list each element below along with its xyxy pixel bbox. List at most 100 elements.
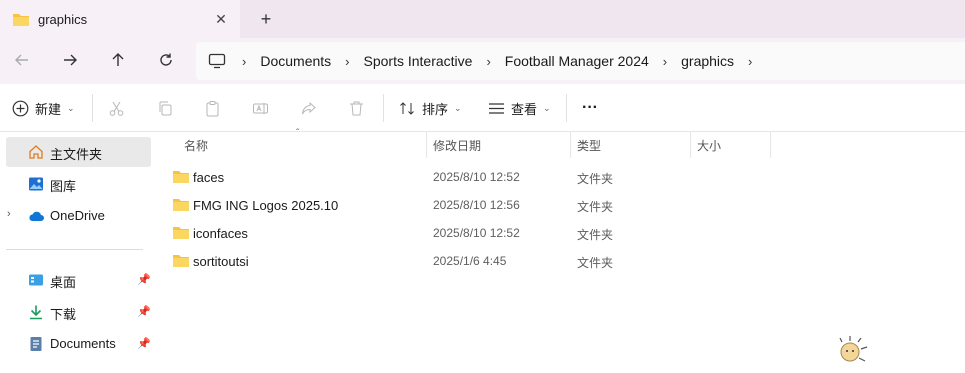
sidebar-item-documents[interactable]: Documents 📌 [0,329,152,359]
copy-button[interactable] [157,96,174,120]
column-header-name[interactable]: 名称 [184,132,208,158]
share-icon [302,101,316,114]
rename-button[interactable] [252,96,269,120]
new-button[interactable]: 新建 ⌄ [12,96,75,120]
scissors-icon [109,101,124,116]
pin-icon[interactable]: 📌 [137,337,151,350]
column-header-type[interactable]: 类型 [577,132,601,158]
file-date: 2025/8/10 12:52 [433,226,520,240]
divider [92,94,93,122]
address-bar[interactable]: › Documents › Sports Interactive › Footb… [196,42,965,80]
folder-icon [173,227,189,239]
breadcrumb-documents[interactable]: Documents [260,53,331,69]
overlay-badge-icon [839,336,868,362]
divider [566,94,567,122]
breadcrumb-graphics[interactable]: graphics [681,53,734,69]
navigation-bar: › Documents › Sports Interactive › Footb… [0,38,965,84]
view-list-icon [489,102,504,114]
command-bar: 新建 ⌄ 排序 ⌄ 查看 ⌄ ··· [0,84,965,132]
navigation-pane: 主文件夹 图库 › OneDrive 桌面 📌 下载 📌 Documents 📌 [0,132,152,373]
gallery-icon [29,177,43,191]
file-type: 文件夹 [577,200,614,214]
sort-button[interactable]: 排序 ⌄ [399,96,462,120]
divider [383,94,384,122]
breadcrumb-separator: › [345,53,350,69]
chevron-down-icon: ⌄ [67,102,75,113]
refresh-button[interactable] [153,48,179,72]
paste-button[interactable] [204,96,221,120]
breadcrumb-separator[interactable]: › [748,54,752,69]
column-header-date[interactable]: 修改日期 [433,132,481,158]
sort-icon [400,101,414,115]
sidebar-divider [6,249,143,250]
column-divider[interactable] [570,132,571,158]
column-divider[interactable] [690,132,691,158]
folder-icon [173,255,189,267]
new-tab-button[interactable]: + [254,8,278,30]
column-divider[interactable] [770,132,771,158]
breadcrumb-separator: › [486,53,491,69]
download-icon [30,305,42,320]
file-name: iconfaces [193,226,248,241]
desktop-icon [29,274,43,286]
file-date: 2025/8/10 12:56 [433,198,520,212]
folder-icon [173,171,189,183]
pin-icon[interactable]: 📌 [137,305,151,318]
sidebar-item-label: 桌面 [50,275,77,290]
table-row[interactable]: faces 2025/8/10 12:52 文件夹 [168,163,768,191]
breadcrumb-separator: › [662,53,668,69]
file-name: faces [193,170,225,185]
sort-label: 排序 [422,101,449,117]
tab-graphics[interactable]: graphics ✕ [0,0,240,38]
file-type: 文件夹 [577,228,614,242]
chevron-down-icon: ⌄ [543,102,551,113]
sidebar-item-desktop[interactable]: 桌面 📌 [0,265,152,295]
sidebar-item-gallery[interactable]: 图库 [0,169,152,199]
delete-button[interactable] [348,96,365,120]
more-options-button[interactable]: ··· [582,96,598,120]
home-icon [29,145,43,159]
column-header-size[interactable]: 大小 [697,132,721,158]
cloud-icon [29,211,44,221]
pin-icon[interactable]: 📌 [137,273,151,286]
table-row[interactable]: iconfaces 2025/8/10 12:52 文件夹 [168,219,768,247]
computer-icon [208,53,226,69]
sidebar-item-home[interactable]: 主文件夹 [6,137,151,167]
breadcrumb-separator: › [242,53,247,69]
view-button[interactable]: 查看 ⌄ [488,96,551,120]
back-button[interactable] [9,48,35,72]
sidebar-item-label: 主文件夹 [50,147,103,162]
forward-button[interactable] [57,48,83,72]
arrow-left-icon [15,54,28,66]
breadcrumb-football-manager[interactable]: Football Manager 2024 [505,53,649,69]
up-button[interactable] [105,48,131,72]
chevron-right-icon[interactable]: › [7,208,11,220]
share-button[interactable] [300,96,317,120]
folder-icon [173,199,189,211]
sidebar-item-onedrive[interactable]: › OneDrive [0,201,152,231]
file-name: sortitoutsi [193,254,249,269]
clipboard-icon [206,100,219,116]
refresh-icon [160,53,172,66]
cut-button[interactable] [108,96,125,120]
table-row[interactable]: FMG ING Logos 2025.10 2025/8/10 12:56 文件… [168,191,768,219]
column-divider[interactable] [426,132,427,158]
tab-title: graphics [38,11,88,27]
table-row[interactable]: sortitoutsi 2025/1/6 4:45 文件夹 [168,247,768,275]
view-label: 查看 [511,101,538,117]
file-type: 文件夹 [577,256,614,270]
sidebar-item-downloads[interactable]: 下载 📌 [0,297,152,327]
sidebar-item-label: 下载 [50,307,77,322]
arrow-right-icon [64,54,77,66]
plus-circle-icon [12,100,29,116]
documents-icon [30,337,42,351]
new-label: 新建 [35,101,62,117]
rename-icon [253,102,268,114]
file-name: FMG ING Logos 2025.10 [193,198,339,213]
chevron-down-icon: ⌄ [454,102,462,113]
file-date: 2025/8/10 12:52 [433,170,520,184]
trash-icon [350,101,363,115]
breadcrumb-sports-interactive[interactable]: Sports Interactive [364,53,473,69]
file-date: 2025/1/6 4:45 [433,254,507,268]
close-icon[interactable]: ✕ [210,9,232,29]
